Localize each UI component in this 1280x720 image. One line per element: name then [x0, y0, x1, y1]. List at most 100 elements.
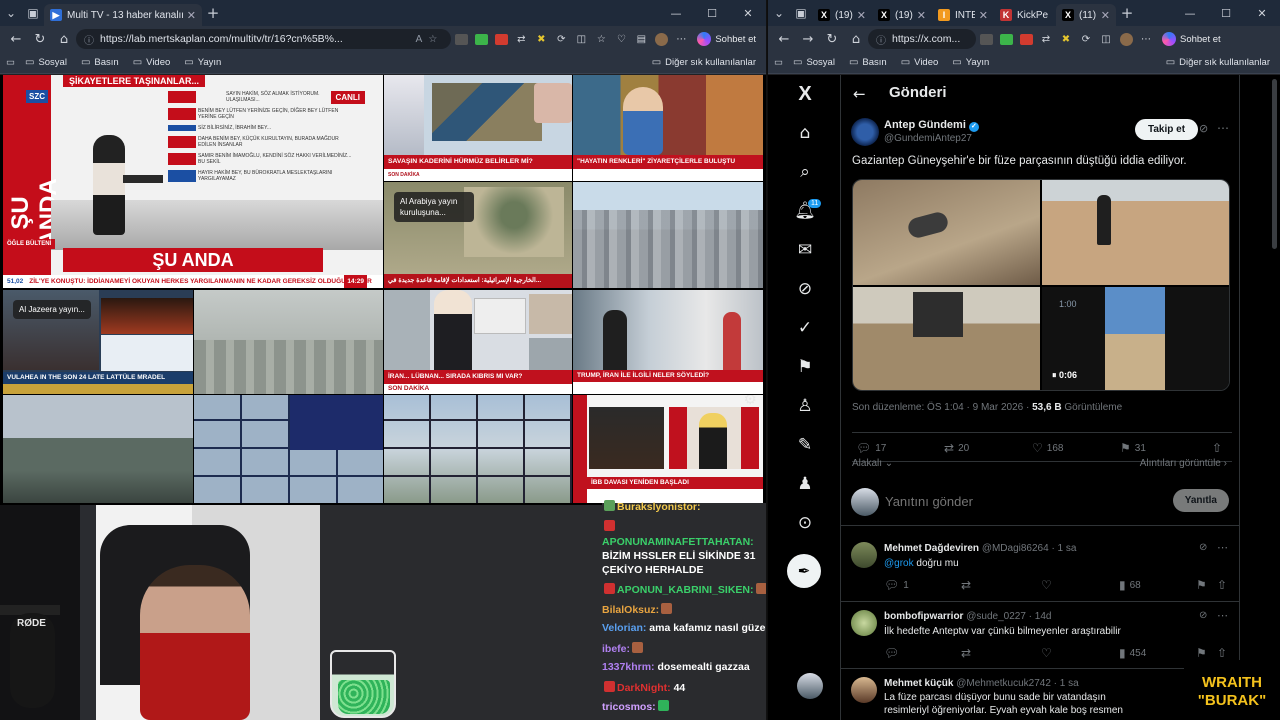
scrollbar[interactable]	[1272, 79, 1277, 249]
tv-main-szc[interactable]: SZC ŞU ANDA ŞİKAYETLERE TAŞINANLAR... CA…	[3, 75, 383, 288]
reply-bookmark-action[interactable]: ⚑	[1196, 646, 1211, 660]
close-tab-icon[interactable]: ✕	[917, 9, 926, 22]
reply-item[interactable]: bombofipwarrior @sude_0227 · 14d ⊘ ⋯ İlk…	[841, 601, 1239, 667]
forward-icon[interactable]: →	[796, 28, 820, 50]
x-logo-icon[interactable]: X	[794, 83, 816, 105]
reply-more-icon[interactable]: ⋯	[1217, 541, 1228, 554]
copilot-chat-button[interactable]: Sohbet et	[691, 32, 762, 46]
reply-action[interactable]: 💬︎ 17	[856, 441, 886, 455]
reply-repost-action[interactable]: ⇄	[961, 578, 975, 592]
media-photo-3[interactable]	[853, 287, 1040, 390]
collections-icon[interactable]: ▤	[631, 29, 651, 49]
reply-like-action[interactable]: ♡	[1041, 578, 1056, 592]
author-name[interactable]: Antep Gündemi ✓	[884, 119, 979, 132]
close-window-icon[interactable]: ✕	[1244, 0, 1280, 26]
copilot-chat-button[interactable]: Sohbet et	[1156, 32, 1227, 46]
sort-relevant[interactable]: Alakalı ⌄	[852, 458, 893, 469]
like-action[interactable]: ♡ 168	[1032, 441, 1063, 455]
site-info-icon[interactable]: ⓘ	[876, 32, 886, 47]
reply-share-action[interactable]: ⇧	[1217, 578, 1231, 592]
tv-jazeera[interactable]: Al Jazeera yayın... VULAHEA IN THE SON 2…	[3, 290, 193, 394]
author-handle[interactable]: @GundemiAntep27	[884, 133, 972, 144]
other-bookmarks[interactable]: ▭ Diğer sık kullanılanlar	[1166, 57, 1270, 68]
other-bookmarks[interactable]: ▭ Diğer sık kullanılanlar	[652, 57, 756, 68]
tab-x-1[interactable]: X (19) An ✕	[812, 4, 872, 26]
reply-author[interactable]: bombofipwarrior	[884, 611, 963, 622]
bookmark-sidebar-icon[interactable]: ▭	[6, 57, 15, 68]
tv-hazy-city[interactable]	[194, 290, 383, 394]
tv-trump[interactable]: TRUMP, İRAN İLE İLGİLİ NELER SÖYLEDİ?	[573, 290, 763, 394]
view-quotes-link[interactable]: Alıntıları görüntüle ›	[1140, 458, 1227, 469]
settings-gear-icon[interactable]: ⚙	[744, 395, 757, 408]
tab-multi-tv[interactable]: ▶ Multi TV - 13 haber kanalını aynı a ✕	[44, 4, 202, 26]
tv-dava[interactable]: İBB DAVASI YENİDEN BAŞLADI ⚙	[573, 395, 763, 503]
author-avatar[interactable]	[851, 118, 879, 146]
tab-x-active[interactable]: X (11) X' ✕	[1056, 4, 1116, 26]
favorites-icon[interactable]: ☆	[591, 29, 611, 49]
back-arrow-icon[interactable]: ←	[853, 85, 866, 103]
split-screen-icon[interactable]: ◫	[1096, 29, 1116, 49]
ext-red-icon[interactable]	[1016, 29, 1036, 49]
tv-city-skyline[interactable]	[573, 182, 763, 288]
ext-red-icon[interactable]	[491, 29, 511, 49]
reply-more-icon[interactable]: ⋯	[1217, 609, 1228, 622]
bookmark-sosyal[interactable]: ▭ Sosyal	[793, 57, 835, 68]
site-info-icon[interactable]: ⓘ	[84, 32, 94, 47]
ext-cross-icon[interactable]: ✖	[1056, 29, 1076, 49]
reply-bookmark-action[interactable]: ⚑	[1196, 578, 1211, 592]
tv-arabiya[interactable]: Al Arabiya yayın kuruluşuna... الخارجية …	[384, 182, 572, 288]
more-icon[interactable]: ⋯	[671, 29, 691, 49]
tv-art[interactable]: "HAYATIN RENKLERİ" ZİYARETÇİLERLE BULUŞT…	[573, 75, 763, 181]
close-tab-icon[interactable]: ✕	[979, 9, 988, 22]
premium-icon[interactable]: ✎	[794, 434, 816, 456]
home-icon[interactable]: ⌂	[52, 28, 76, 50]
reply-reply-action[interactable]: 💬︎ 1	[884, 578, 909, 592]
reply-avatar[interactable]	[851, 677, 877, 703]
more-icon[interactable]: ⋯	[1136, 29, 1156, 49]
home-icon[interactable]: ⌂	[794, 122, 816, 144]
workspaces-icon[interactable]: ▣	[22, 2, 44, 24]
reload-icon[interactable]: ↻	[820, 28, 844, 50]
home-icon[interactable]: ⌂	[844, 28, 868, 50]
post-button[interactable]: ✒	[787, 554, 821, 588]
channel-label[interactable]: Al Jazeera yayın...	[13, 300, 91, 319]
tab-actions-icon[interactable]: ⌄	[768, 2, 790, 24]
reply-avatar[interactable]	[851, 610, 877, 636]
repost-action[interactable]: ⇄ 20	[944, 441, 969, 455]
tv-strait[interactable]: SAVAŞIN KADERİNİ HÜRMÜZ BELİRLER Mİ? SON…	[384, 75, 572, 181]
grok-explain-icon[interactable]: ⊘	[1199, 610, 1207, 621]
bookmark-yayin[interactable]: ▭ Yayın	[952, 57, 989, 68]
tab-intera[interactable]: I INTERA ✕	[932, 4, 994, 26]
ext-cross-icon[interactable]: ✖	[531, 29, 551, 49]
bookmark-basin[interactable]: ▭ Basın	[849, 57, 887, 68]
reply-views[interactable]: ▮ 454	[1119, 646, 1146, 660]
follow-button[interactable]: Takip et	[1135, 119, 1199, 140]
media-video[interactable]: 1:00 ⏸ 0:06	[1042, 287, 1229, 390]
bookmark-basin[interactable]: ▭ Basın	[81, 57, 119, 68]
pause-icon[interactable]: ⏸	[1052, 371, 1057, 381]
tab-x-2[interactable]: X (19) X' ✕	[872, 4, 932, 26]
more-options-icon[interactable]: ⊙	[794, 512, 816, 534]
tweet-more-icon[interactable]: ⋯	[1217, 121, 1229, 135]
search-icon[interactable]: ⌕	[794, 161, 816, 183]
share-action[interactable]: ⇧	[1212, 441, 1226, 455]
messages-icon[interactable]: ✉	[794, 239, 816, 261]
tv-camera-grid-2[interactable]	[384, 395, 572, 503]
profile-avatar[interactable]	[1116, 29, 1136, 49]
grok-icon[interactable]: ⊘	[794, 278, 816, 300]
reply-handle[interactable]: @MDagi86264 · 1 sa	[982, 543, 1077, 554]
workspaces-icon[interactable]: ▣	[790, 2, 812, 24]
bookmark-sosyal[interactable]: ▭ Sosyal	[25, 57, 67, 68]
channel-label[interactable]: Al Arabiya yayın kuruluşuna...	[394, 192, 474, 222]
back-icon[interactable]: ←	[772, 28, 796, 50]
address-bar[interactable]: ⓘ https://lab.mertskaplan.com/multitv/tr…	[76, 29, 452, 49]
communities-icon[interactable]: ✓	[794, 317, 816, 339]
back-icon[interactable]: ←	[4, 28, 28, 50]
minimize-icon[interactable]: —	[1172, 0, 1208, 26]
maximize-icon[interactable]: ☐	[1208, 0, 1244, 26]
reply-reply-action[interactable]: 💬︎	[884, 646, 903, 660]
reply-repost-action[interactable]: ⇄	[961, 646, 975, 660]
reply-handle[interactable]: @Mehmetkucuk2742 · 1 sa	[956, 678, 1078, 689]
reply-mention[interactable]: @grok	[884, 558, 914, 569]
tv-iran-panel[interactable]: İRAN... LÜBNAN... SIRADA KIBRIS MI VAR? …	[384, 290, 572, 394]
